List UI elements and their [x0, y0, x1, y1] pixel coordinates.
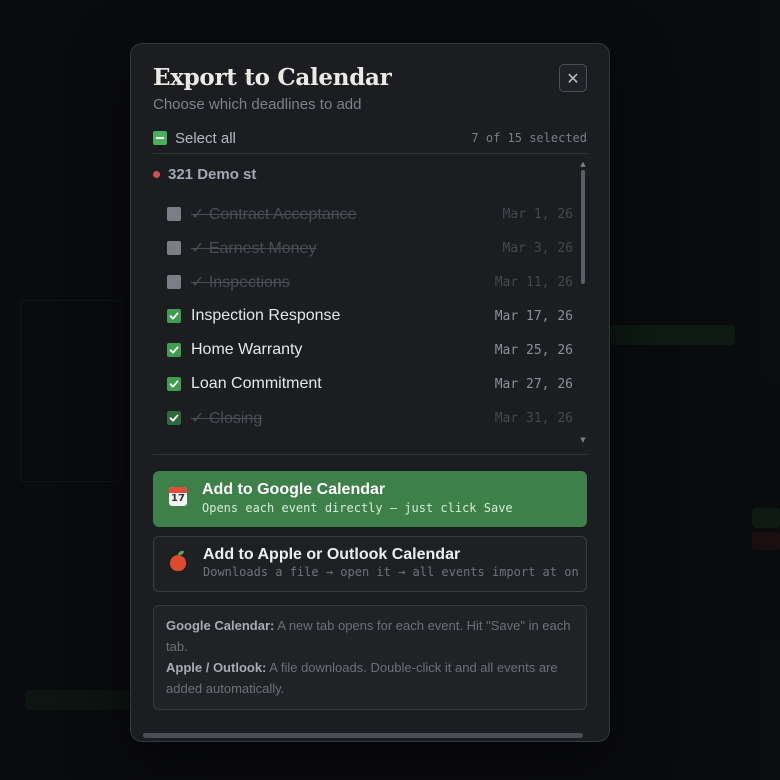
divider: [153, 454, 587, 455]
deadline-label: ✓ Contract Acceptance: [191, 206, 357, 223]
scroll-down-arrow-icon[interactable]: ▼: [579, 436, 587, 444]
apple-icon: [170, 551, 186, 571]
deadline-checkbox[interactable]: [167, 241, 181, 255]
scrollbar-thumb[interactable]: [581, 170, 585, 284]
deadline-checkbox[interactable]: [167, 275, 181, 289]
dialog-title: Export to Calendar: [153, 64, 392, 91]
google-button-subtitle: Opens each event directly — just click S…: [202, 501, 513, 515]
deadline-label: Loan Commitment: [191, 375, 322, 392]
selection-count: 7 of 15 selected: [471, 131, 587, 145]
deadline-item[interactable]: Inspection Response Mar 17, 26: [167, 302, 573, 330]
deadline-date: Mar 31, 26: [494, 410, 573, 426]
select-all-row: Select all 7 of 15 selected: [153, 126, 587, 150]
dialog-subtitle: Choose which deadlines to add: [153, 96, 362, 113]
deadline-label: ✓ Earnest Money: [191, 240, 317, 257]
apple-button-title: Add to Apple or Outlook Calendar: [203, 546, 461, 563]
deadline-checkbox[interactable]: [167, 207, 181, 221]
deadline-date: Mar 11, 26: [494, 274, 573, 290]
deadline-list[interactable]: 321 Demo st ✓ Contract Acceptance Mar 1, …: [153, 160, 587, 446]
status-dot: [153, 171, 160, 178]
apple-instructions-label: Apple / Outlook:: [166, 660, 267, 675]
scroll-up-arrow-icon[interactable]: ▲: [579, 160, 587, 168]
deadline-item[interactable]: ✓ Earnest Money Mar 3, 26: [167, 234, 573, 262]
deadline-label: Inspection Response: [191, 307, 341, 324]
select-all-toggle[interactable]: Select all: [153, 130, 236, 147]
apple-instructions: Apple / Outlook: A file downloads. Doubl…: [166, 657, 574, 699]
deadline-checkbox[interactable]: [167, 309, 181, 323]
add-to-apple-outlook-button[interactable]: Add to Apple or Outlook Calendar Downloa…: [153, 536, 587, 592]
deadline-checkbox[interactable]: [167, 343, 181, 357]
google-instructions: Google Calendar: A new tab opens for eac…: [166, 615, 574, 657]
deadline-label: Home Warranty: [191, 341, 303, 358]
close-button[interactable]: ✕: [559, 64, 587, 92]
deadline-item[interactable]: ✓ Inspections Mar 11, 26: [167, 268, 573, 296]
calendar-icon: 17: [169, 487, 187, 506]
close-icon: ✕: [566, 68, 580, 88]
apple-button-subtitle: Downloads a file → open it → all events …: [203, 565, 579, 579]
deadline-item[interactable]: Loan Commitment Mar 27, 26: [167, 370, 573, 398]
select-all-label: Select all: [175, 129, 236, 147]
deadline-label: ✓ Inspections: [191, 274, 290, 291]
deadline-date: Mar 17, 26: [494, 308, 573, 324]
deadline-item[interactable]: Home Warranty Mar 25, 26: [167, 336, 573, 364]
deadline-item[interactable]: ✓ Contract Acceptance Mar 1, 26: [167, 200, 573, 228]
add-to-google-calendar-button[interactable]: 17 Add to Google Calendar Opens each eve…: [153, 471, 587, 527]
deadline-label: ✓ Closing: [191, 410, 263, 427]
instructions-panel: Google Calendar: A new tab opens for eac…: [153, 605, 587, 710]
deadline-date: Mar 25, 26: [494, 342, 573, 358]
divider: [153, 153, 587, 154]
property-name: 321 Demo st: [168, 166, 257, 183]
deadline-date: Mar 3, 26: [502, 240, 573, 256]
horizontal-scrollbar[interactable]: [143, 733, 583, 738]
google-button-title: Add to Google Calendar: [202, 481, 386, 498]
list-scrollbar[interactable]: ▲ ▼: [579, 160, 587, 446]
select-all-checkbox[interactable]: [153, 131, 167, 145]
google-instructions-label: Google Calendar:: [166, 618, 275, 633]
deadline-date: Mar 1, 26: [502, 206, 573, 222]
deadline-item[interactable]: ✓ Closing Mar 31, 26: [167, 404, 573, 432]
property-group-header: 321 Demo st: [153, 166, 256, 183]
deadline-date: Mar 27, 26: [494, 376, 573, 392]
deadline-checkbox[interactable]: [167, 411, 181, 425]
deadline-checkbox[interactable]: [167, 377, 181, 391]
export-calendar-dialog: Export to Calendar Choose which deadline…: [130, 43, 610, 742]
